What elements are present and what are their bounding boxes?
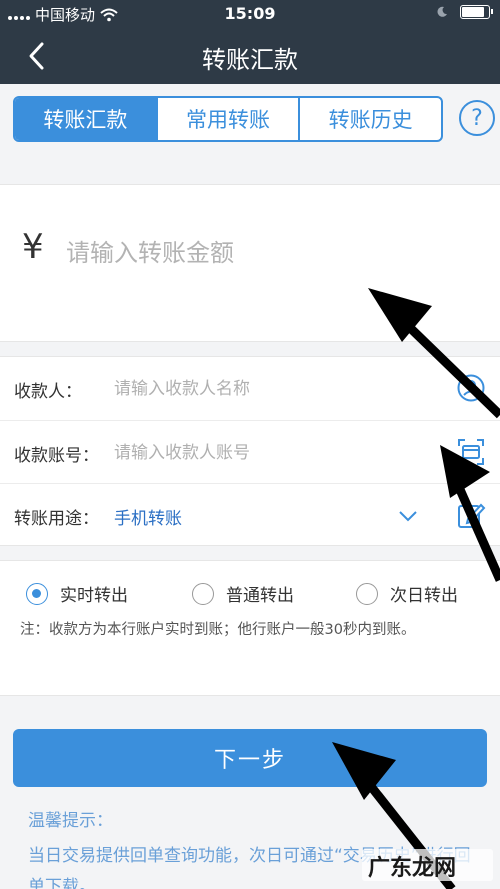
purpose-label: 转账用途： (14, 509, 99, 529)
purpose-row[interactable]: 转账用途： 手机转账 (0, 483, 500, 546)
payee-row: 收款人： (0, 357, 500, 420)
card-scan-icon[interactable] (456, 437, 486, 467)
radio-label: 实时转出 (60, 586, 128, 606)
radio-circle[interactable] (192, 582, 214, 605)
radio-next-day[interactable]: 次日转出 (356, 581, 458, 606)
radio-label: 普通转出 (226, 586, 294, 606)
next-step-button[interactable]: 下一步 (13, 729, 487, 787)
payee-name-input[interactable] (114, 375, 414, 403)
radio-circle[interactable] (356, 582, 378, 605)
battery-level (462, 7, 485, 17)
radio-normal[interactable]: 普通转出 (192, 581, 294, 606)
tab-frequent-transfer[interactable]: 常用转账 (155, 98, 299, 140)
amount-input[interactable] (66, 233, 466, 273)
contact-icon[interactable] (456, 373, 486, 403)
account-row: 收款账号： (0, 420, 500, 483)
edit-icon[interactable] (456, 500, 486, 530)
payee-form: 收款人： 收款账号： 转账用途： 手机转账 (0, 356, 500, 546)
status-right (436, 5, 493, 19)
status-time: 15:09 (224, 4, 276, 23)
account-label: 收款账号： (14, 446, 99, 466)
purpose-value[interactable]: 手机转账 (114, 504, 182, 529)
currency-symbol: ¥ (22, 227, 44, 267)
tab-transfer[interactable]: 转账汇款 (15, 98, 156, 140)
radio-circle[interactable] (26, 582, 48, 605)
segmented-tabs: 转账汇款 常用转账 转账历史 (13, 96, 443, 142)
radio-label: 次日转出 (390, 586, 458, 606)
chevron-down-icon[interactable] (397, 508, 419, 524)
tips-title: 温馨提示： (28, 811, 113, 831)
page-title: 转账汇款 (202, 46, 298, 74)
amount-card: ¥ (0, 184, 500, 342)
payee-label: 收款人： (14, 382, 82, 402)
battery-icon (460, 5, 493, 19)
radio-realtime[interactable]: 实时转出 (26, 581, 128, 606)
help-icon[interactable]: ? (459, 100, 495, 136)
moon-icon (437, 6, 447, 17)
arrival-note: 注：收款方为本行账户实时到账；他行账户一般30秒内到账。 (20, 622, 416, 638)
tab-transfer-history[interactable]: 转账历史 (298, 98, 441, 140)
nav-bar: 转账汇款 (0, 28, 500, 84)
transfer-mode-area: 实时转出 普通转出 次日转出 注：收款方为本行账户实时到账；他行账户一般30秒内… (0, 560, 500, 696)
account-number-input[interactable] (114, 439, 414, 467)
watermark-text: 广东龙网 (368, 856, 457, 881)
status-bar: 中国移动 15:09 (0, 0, 500, 28)
tabs-area: 转账汇款 常用转账 转账历史 ? (0, 84, 500, 156)
